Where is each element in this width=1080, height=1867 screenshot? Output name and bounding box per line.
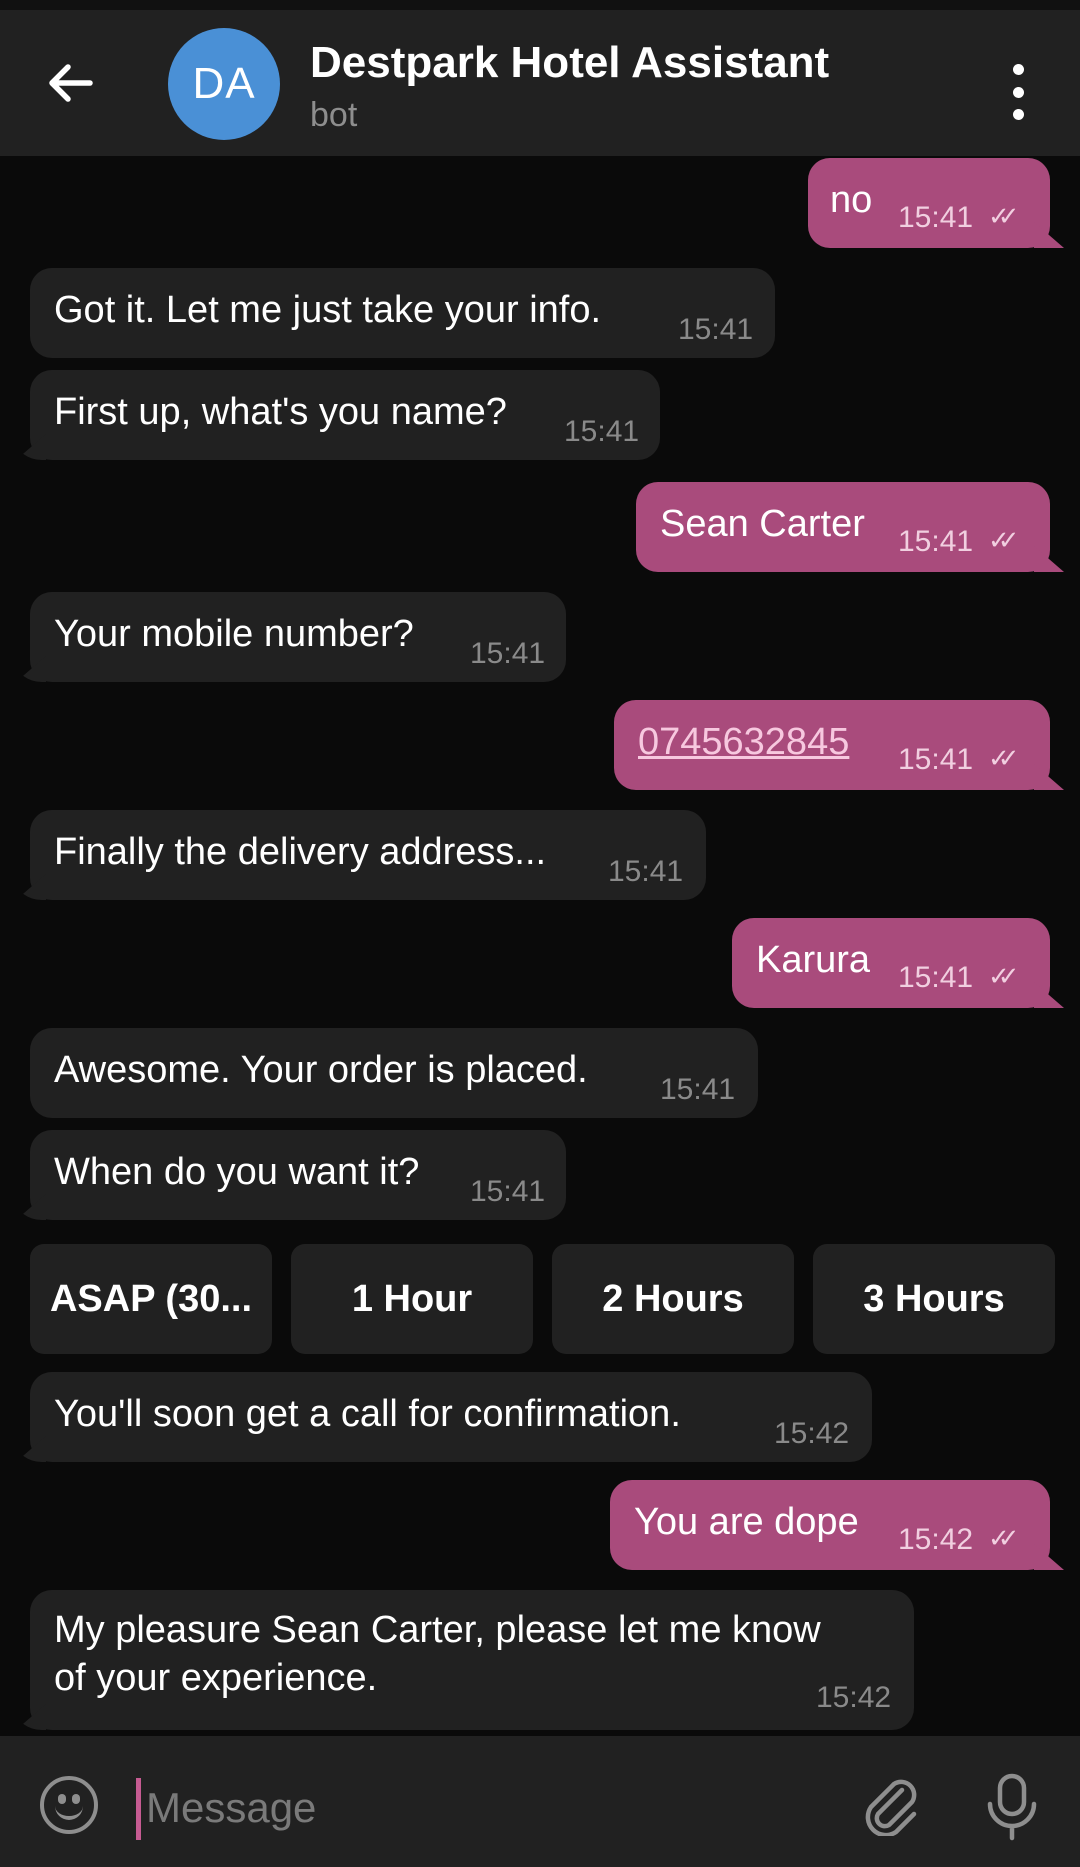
double-check-icon: ✓✓ bbox=[988, 961, 1019, 991]
outgoing-message[interactable]: no 15:41 ✓✓ bbox=[808, 158, 1050, 248]
double-check-icon: ✓✓ bbox=[988, 743, 1019, 773]
incoming-message[interactable]: Got it. Let me just take your info. 15:4… bbox=[30, 268, 775, 358]
message-time: 15:41 bbox=[898, 525, 974, 558]
message-text: You are dope bbox=[634, 1501, 859, 1543]
chat-title[interactable]: Destpark Hotel Assistant bbox=[310, 38, 829, 88]
quick-reply-1-hour[interactable]: 1 Hour bbox=[291, 1244, 533, 1354]
paperclip-icon[interactable] bbox=[862, 1776, 922, 1836]
message-time: 15:42 bbox=[898, 1523, 974, 1556]
outgoing-message[interactable]: 0745632845 15:41 ✓✓ bbox=[614, 700, 1050, 790]
more-vertical-icon bbox=[1012, 64, 1024, 75]
message-text: Awesome. Your order is placed. bbox=[54, 1049, 588, 1091]
message-text-line-1: My pleasure Sean Carter, please let me k… bbox=[54, 1609, 821, 1651]
incoming-message[interactable]: My pleasure Sean Carter, please let me k… bbox=[30, 1590, 914, 1730]
incoming-message[interactable]: First up, what's you name? 15:41 bbox=[30, 370, 660, 460]
message-time: 15:41 bbox=[660, 1073, 736, 1106]
back-button[interactable] bbox=[40, 58, 100, 108]
message-text: no bbox=[830, 179, 873, 221]
incoming-message[interactable]: Finally the delivery address... 15:41 bbox=[30, 810, 706, 900]
message-text: Your mobile number? bbox=[54, 613, 414, 655]
message-time: 15:41 bbox=[564, 415, 640, 448]
quick-reply-asap[interactable]: ASAP (30... bbox=[30, 1244, 272, 1354]
message-time: 15:41 bbox=[470, 637, 546, 670]
message-time: 15:42 bbox=[774, 1417, 850, 1450]
message-time: 15:41 bbox=[678, 313, 754, 346]
message-time: 15:41 bbox=[898, 961, 974, 994]
message-text: Sean Carter bbox=[660, 503, 865, 545]
emoji-icon[interactable] bbox=[40, 1776, 98, 1834]
message-time: 15:41 bbox=[470, 1175, 546, 1208]
incoming-message[interactable]: You'll soon get a call for confirmation.… bbox=[30, 1372, 872, 1462]
outgoing-message[interactable]: You are dope 15:42 ✓✓ bbox=[610, 1480, 1050, 1570]
message-text: Finally the delivery address... bbox=[54, 831, 547, 873]
chat-subtitle: bot bbox=[310, 96, 358, 134]
message-list[interactable]: no 15:41 ✓✓ Got it. Let me just take you… bbox=[0, 156, 1080, 1736]
message-time: 15:41 bbox=[608, 855, 684, 888]
incoming-message[interactable]: When do you want it? 15:41 bbox=[30, 1130, 566, 1220]
quick-reply-2-hours[interactable]: 2 Hours bbox=[552, 1244, 794, 1354]
message-text: You'll soon get a call for confirmation. bbox=[54, 1393, 681, 1435]
outgoing-message[interactable]: Karura 15:41 ✓✓ bbox=[732, 918, 1050, 1008]
incoming-message[interactable]: Your mobile number? 15:41 bbox=[30, 592, 566, 682]
message-text: Got it. Let me just take your info. bbox=[54, 289, 602, 331]
message-text: When do you want it? bbox=[54, 1151, 420, 1193]
outgoing-message[interactable]: Sean Carter 15:41 ✓✓ bbox=[636, 482, 1050, 572]
message-time: 15:42 bbox=[816, 1681, 892, 1714]
composer-bar bbox=[0, 1736, 1080, 1867]
microphone-icon[interactable] bbox=[984, 1772, 1040, 1842]
quick-reply-3-hours[interactable]: 3 Hours bbox=[813, 1244, 1055, 1354]
message-input[interactable] bbox=[144, 1772, 848, 1844]
message-text-line-2: of your experience. bbox=[54, 1657, 378, 1699]
text-cursor bbox=[136, 1778, 141, 1840]
avatar[interactable]: DA bbox=[168, 28, 280, 140]
message-text: Karura bbox=[756, 939, 871, 981]
double-check-icon: ✓✓ bbox=[988, 1523, 1019, 1553]
status-bar bbox=[0, 0, 1080, 10]
message-time: 15:41 bbox=[898, 743, 974, 776]
incoming-message[interactable]: Awesome. Your order is placed. 15:41 bbox=[30, 1028, 758, 1118]
message-text: First up, what's you name? bbox=[54, 391, 507, 433]
more-menu-button[interactable] bbox=[1000, 64, 1036, 120]
double-check-icon: ✓✓ bbox=[988, 525, 1019, 555]
double-check-icon: ✓✓ bbox=[988, 201, 1019, 231]
phone-link[interactable]: 0745632845 bbox=[638, 718, 849, 766]
back-arrow-icon bbox=[49, 64, 93, 102]
chat-header: DA Destpark Hotel Assistant bot bbox=[0, 10, 1080, 156]
message-time: 15:41 bbox=[898, 201, 974, 234]
